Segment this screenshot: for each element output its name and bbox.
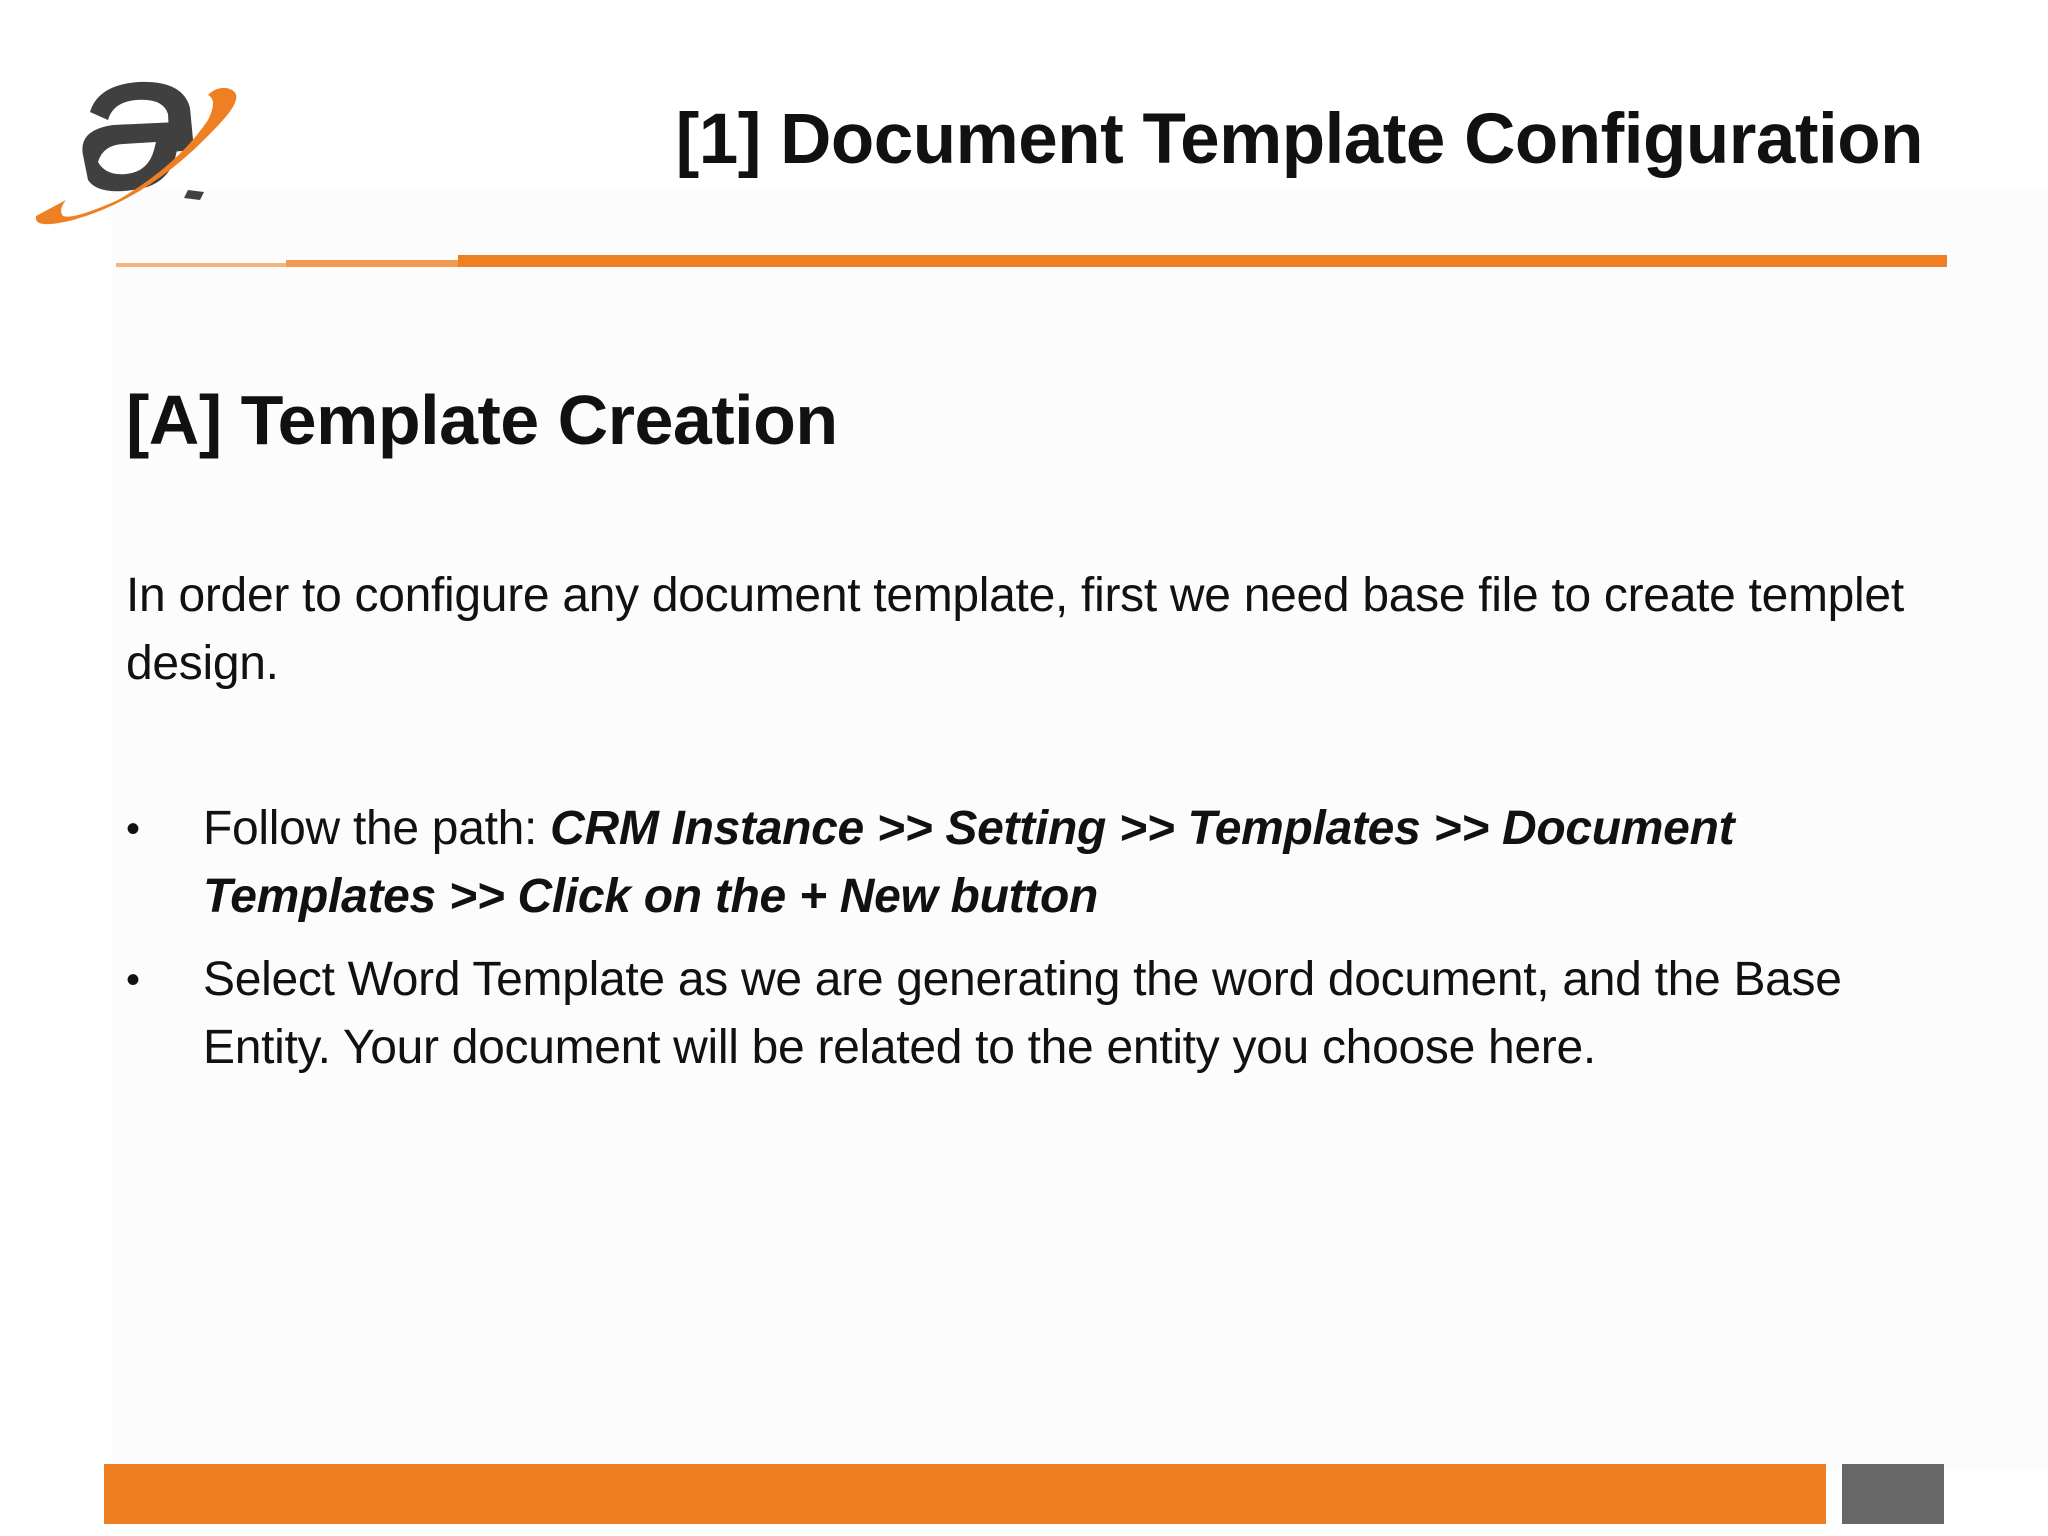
footer-box bbox=[1842, 1464, 1944, 1524]
bullet-marker: • bbox=[126, 807, 140, 851]
bullet-item: • Select Word Template as we are generat… bbox=[126, 946, 1906, 1082]
slide-title: [1] Document Template Configuration bbox=[675, 100, 1924, 179]
section-heading: [A] Template Creation bbox=[126, 381, 838, 459]
footer-bar bbox=[104, 1464, 1826, 1524]
bullet-prefix: Follow the path: bbox=[203, 802, 551, 855]
header-divider bbox=[116, 255, 1947, 267]
bullet-marker: • bbox=[126, 958, 140, 1002]
intro-paragraph: In order to configure any document templ… bbox=[126, 569, 1904, 690]
bullet-list: • Follow the path: CRM Instance >> Setti… bbox=[126, 795, 1906, 1097]
bullet-text: Select Word Template as we are generatin… bbox=[203, 953, 1842, 1074]
bullet-item: • Follow the path: CRM Instance >> Setti… bbox=[126, 795, 1906, 931]
company-logo-icon bbox=[28, 40, 238, 230]
